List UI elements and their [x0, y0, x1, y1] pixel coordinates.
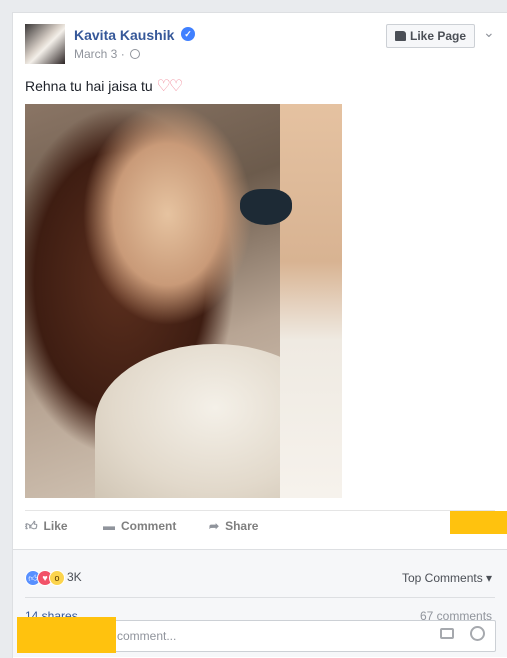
- comment-action-button[interactable]: ▬ Comment: [103, 519, 176, 533]
- post-text: Rehna tu hai jaisa tu ♡♡: [25, 76, 184, 96]
- share-action-label: Share: [225, 519, 259, 533]
- post-card: Kavita Kaushik ✓ March 3 · Like Page ⌄ R…: [12, 12, 507, 658]
- camera-icon[interactable]: [440, 628, 454, 639]
- like-page-button[interactable]: Like Page: [386, 24, 475, 48]
- smiley-icon[interactable]: [470, 626, 485, 641]
- comment-input[interactable]: comment...: [60, 620, 496, 652]
- like-action-button[interactable]: 👍︎ Like: [25, 519, 68, 534]
- author-name-link[interactable]: Kavita Kaushik: [74, 27, 174, 43]
- redaction-box: [17, 617, 116, 653]
- thumbs-up-icon: [394, 31, 406, 41]
- thumbs-up-icon: 👍︎: [25, 519, 38, 533]
- globe-icon: [130, 49, 141, 59]
- like-action-label: Like: [43, 519, 68, 533]
- post-options-chevron-icon[interactable]: ⌄: [483, 24, 495, 41]
- post-text-body: Rehna tu hai jaisa tu: [25, 78, 153, 94]
- date-separator: ·: [120, 47, 125, 61]
- post-actions-bar: 👍︎ Like ▬ Comment ➦ Share: [25, 510, 495, 541]
- reaction-count[interactable]: 3K: [67, 570, 82, 584]
- redaction-box: [450, 511, 507, 534]
- comment-action-label: Comment: [121, 519, 177, 533]
- author-avatar[interactable]: [25, 24, 65, 64]
- verified-badge-icon: ✓: [181, 27, 195, 41]
- like-page-label: Like Page: [409, 29, 467, 43]
- divider: [25, 597, 495, 598]
- post-meta: March 3 ·: [74, 47, 141, 61]
- photo-man-region: [280, 104, 342, 498]
- share-arrow-icon: ➦: [209, 519, 220, 533]
- share-action-button[interactable]: ➦ Share: [209, 519, 258, 533]
- post-photo[interactable]: [25, 104, 342, 498]
- top-comments-dropdown[interactable]: Top Comments ▾: [402, 571, 492, 585]
- wow-reaction-icon[interactable]: o: [49, 570, 65, 586]
- post-date[interactable]: March 3: [74, 47, 117, 61]
- heart-emoji: ♡♡: [156, 78, 184, 95]
- comment-bubble-icon: ▬: [103, 519, 115, 533]
- photo-sunglasses-region: [240, 189, 292, 225]
